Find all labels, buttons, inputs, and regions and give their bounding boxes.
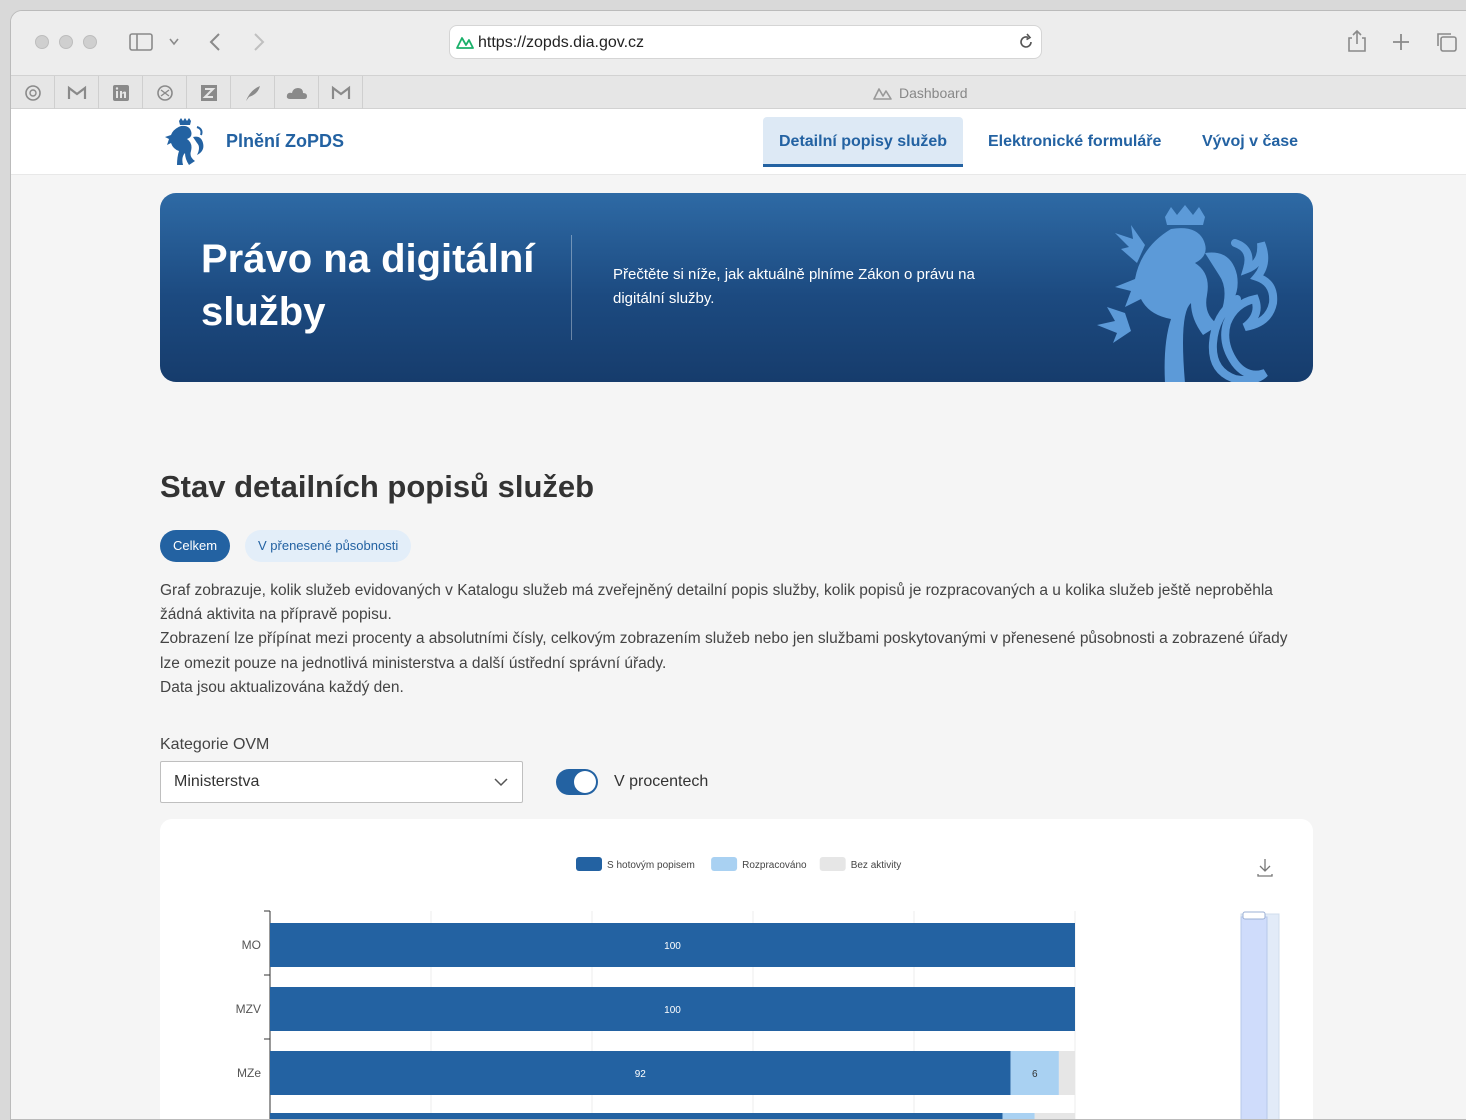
category-label: MZV [236,1002,261,1016]
lion-emblem-icon [1097,205,1278,382]
description-paragraph: Data jsou aktualizována každý den. [160,678,404,696]
ovm-category-label: Kategorie OVM [160,736,270,753]
ovm-category-value: Ministerstva [174,773,260,790]
nav-development-over-time[interactable]: Vývoj v čase [1186,117,1314,167]
legend-label[interactable]: Bez aktivity [851,860,902,871]
gmail-favorite-icon[interactable] [319,76,363,109]
hero-text: Přečtěte si níže, jak aktuálně plníme Zá… [613,266,975,307]
brand-name[interactable]: Plnění ZoPDS [226,131,344,152]
section-title: Stav detailních popisů služeb [160,469,595,504]
bar-value-label: 100 [664,1005,681,1016]
browser-window: https://zopds.dia.gov.cz Dashboard Plněn… [10,10,1466,1120]
new-tab-icon[interactable] [1391,32,1411,52]
legend-label[interactable]: Rozpracováno [742,860,807,871]
chart-card: S hotovým popisem Rozpracováno Bez aktivit… [160,819,1313,1120]
browser-toolbar: https://zopds.dia.gov.cz [11,11,1466,75]
sidebar-icon[interactable] [129,33,153,51]
ovm-category-select[interactable]: Ministerstva [160,761,523,803]
openai-favorite-icon[interactable] [11,76,55,109]
description-paragraph: Zobrazení lze přípínat mezi procenty a a… [160,630,1288,672]
category-label: MO [242,938,261,952]
back-icon[interactable] [209,33,221,51]
cloud-favorite-icon[interactable] [275,76,319,109]
bar-segment-partial [1034,1113,1075,1119]
hero-divider [571,235,572,340]
zoom-window-button[interactable] [83,35,97,49]
tab-title[interactable]: Dashboard [899,85,968,101]
site-logo-icon [456,37,474,49]
linkedin-favorite-icon[interactable] [99,76,143,109]
chevron-down-icon[interactable] [169,38,179,46]
site-header: Plnění ZoPDS Detailní popisy služeb Elek… [11,109,1466,175]
feather-favorite-icon[interactable] [231,76,275,109]
bar-segment-partial [270,1113,1003,1119]
zoom-slider-range[interactable] [1240,916,1268,1120]
hero-title: Právo na digitální služby [201,237,535,334]
forward-icon[interactable] [253,33,265,51]
legend-swatch[interactable] [711,857,738,871]
bar-segment[interactable] [1058,1051,1075,1095]
legend-swatch[interactable] [819,857,846,871]
bar-value-label: 92 [635,1069,647,1080]
legend-label[interactable]: S hotovým popisem [607,860,695,871]
url-text[interactable]: https://zopds.dia.gov.cz [478,34,644,52]
bar-value-label: 6 [1032,1069,1038,1080]
toggle-knob [574,771,596,793]
chevron-down-icon [494,778,508,787]
nav-electronic-forms[interactable]: Elektronické formuláře [972,117,1177,167]
description-paragraph: Graf zobrazuje, kolik služeb evidovaných… [160,582,1273,624]
filter-delegated-button[interactable]: V přenesené působnosti [245,530,412,562]
stacked-bar-chart: S hotovým popisem Rozpracováno Bez aktivit… [236,857,1280,1120]
share-icon[interactable] [1347,29,1367,53]
page: Plnění ZoPDS Detailní popisy služeb Elek… [11,109,1466,1120]
gmail-favorite-icon[interactable] [55,76,99,109]
nav-detailed-descriptions[interactable]: Detailní popisy služeb [763,117,964,167]
filter-all-button[interactable]: Celkem [160,530,231,562]
percent-toggle-label: V procentech [614,773,709,790]
close-window-button[interactable] [35,35,49,49]
address-bar[interactable]: https://zopds.dia.gov.cz [449,25,1042,59]
download-icon[interactable] [1257,859,1273,877]
minimize-window-button[interactable] [59,35,73,49]
bar-value-label: 100 [664,941,681,952]
tab-overview-icon[interactable] [1435,31,1459,53]
reload-icon[interactable] [1017,33,1035,51]
legend-swatch[interactable] [576,857,602,871]
category-label: MZe [237,1066,261,1080]
zotero-favorite-icon[interactable] [187,76,231,109]
section-description: Graf zobrazuje, kolik služeb evidovaných… [160,579,1300,700]
hero-banner: Právo na digitální služby Přečtěte si ní… [160,193,1313,382]
openai-favorite-icon[interactable] [143,76,187,109]
lion-logo-icon[interactable] [163,117,207,167]
percent-toggle[interactable] [556,769,598,795]
zoom-slider-handle[interactable] [1242,911,1266,920]
favorites-bar: Dashboard [11,75,1466,109]
bar-segment-partial [1002,1113,1035,1119]
tab-favicon-icon [873,88,892,100]
